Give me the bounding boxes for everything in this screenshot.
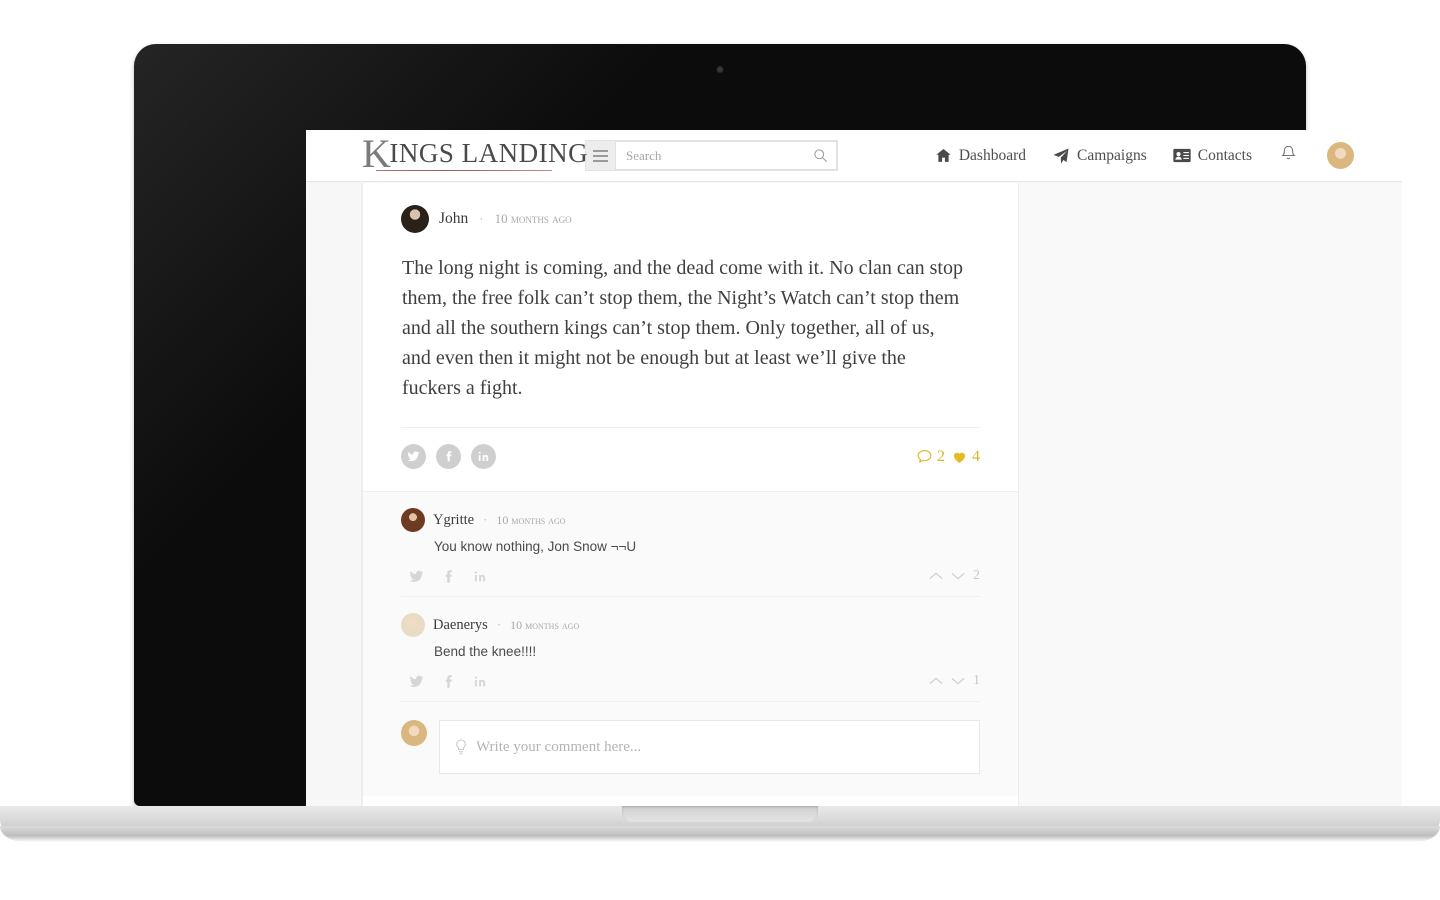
comment-timestamp: 10 months ago xyxy=(496,512,566,527)
twitter-icon[interactable] xyxy=(409,569,424,584)
composer-avatar xyxy=(401,720,427,746)
nav-label-contacts: Contacts xyxy=(1197,146,1252,164)
comment-vote-count: 1 xyxy=(973,673,980,688)
screenshot-stage: KINGS LANDING Search Dashboard Campaigns… xyxy=(0,0,1440,900)
nav-label-campaigns: Campaigns xyxy=(1077,146,1147,164)
webcam-dot xyxy=(716,66,724,73)
post-author-name[interactable]: John xyxy=(439,210,468,228)
lightbulb-icon xyxy=(456,739,466,754)
chevron-down-icon[interactable] xyxy=(951,676,965,686)
content-area: John · 10 months ago The long night is c… xyxy=(306,183,1402,820)
comment-meta-separator: · xyxy=(483,512,488,527)
search-box[interactable] xyxy=(615,141,837,170)
linkedin-icon[interactable] xyxy=(471,444,496,469)
chevron-up-icon[interactable] xyxy=(929,571,943,581)
post-meta-separator: · xyxy=(479,211,484,226)
search-input[interactable] xyxy=(626,147,806,164)
linkedin-icon[interactable] xyxy=(473,674,487,689)
facebook-icon[interactable] xyxy=(444,674,453,689)
facebook-icon[interactable] xyxy=(436,444,461,469)
hamburger-bar xyxy=(593,159,608,162)
comment-author-name[interactable]: Daenerys xyxy=(433,617,488,634)
chevron-down-icon[interactable] xyxy=(951,571,965,581)
post-author-avatar[interactable] xyxy=(401,205,429,233)
laptop-lid: KINGS LANDING Search Dashboard Campaigns… xyxy=(134,44,1402,820)
comment-input[interactable] xyxy=(476,738,965,756)
comment-actions: 2 xyxy=(401,568,980,597)
comment-vote-count: 2 xyxy=(973,568,980,583)
left-gutter xyxy=(306,183,362,820)
brand-underline xyxy=(376,170,552,171)
comment-header: Ygritte · 10 months ago xyxy=(401,508,980,532)
laptop-base-notch xyxy=(622,806,818,822)
nav-label-dashboard: Dashboard xyxy=(958,146,1026,164)
right-gutter xyxy=(1019,183,1402,820)
heart-icon xyxy=(953,452,966,463)
top-navigation-bar: KINGS LANDING Search Dashboard Campaigns… xyxy=(306,130,1402,182)
linkedin-icon[interactable] xyxy=(473,569,487,584)
comment-composer xyxy=(363,702,1018,796)
nav-item-contacts[interactable]: Contacts xyxy=(1173,147,1252,165)
facebook-icon[interactable] xyxy=(444,569,453,584)
post-share-buttons xyxy=(401,444,496,469)
brand-logo[interactable]: KINGS LANDING xyxy=(362,134,588,174)
comment-share-buttons xyxy=(409,569,487,584)
chevron-up-icon[interactable] xyxy=(929,676,943,686)
hamburger-icon[interactable] xyxy=(586,141,615,170)
laptop-screen: KINGS LANDING Search Dashboard Campaigns… xyxy=(306,130,1402,820)
post: John · 10 months ago The long night is c… xyxy=(363,183,1018,491)
nav-item-campaigns[interactable]: Campaigns xyxy=(1052,147,1147,165)
post-actions: 2 4 xyxy=(401,427,980,491)
post-timestamp: 10 months ago xyxy=(494,211,572,226)
brand-initial: K xyxy=(362,131,392,176)
comment-author-name[interactable]: Ygritte xyxy=(433,512,474,529)
search-icon xyxy=(814,149,828,163)
comment-item: Ygritte · 10 months ago You know nothing… xyxy=(363,492,1018,597)
contact-card-icon xyxy=(1173,148,1191,163)
like-count: 4 xyxy=(972,447,980,465)
comment-author-avatar[interactable] xyxy=(401,508,425,532)
like-count-group[interactable]: 4 xyxy=(951,448,980,466)
main-nav: Dashboard Campaigns Contacts xyxy=(935,142,1354,169)
nav-item-dashboard[interactable]: Dashboard xyxy=(935,147,1026,165)
post-header: John · 10 months ago xyxy=(401,205,980,233)
comment-meta-separator: · xyxy=(496,617,502,632)
comment-actions: 1 xyxy=(401,673,980,702)
app-window: KINGS LANDING Search Dashboard Campaigns… xyxy=(306,130,1402,820)
hamburger-bar xyxy=(593,154,608,157)
avatar[interactable] xyxy=(1327,142,1354,169)
post-body-text: The long night is coming, and the dead c… xyxy=(402,257,963,399)
comment-item: Daenerys · 10 months ago Bend the knee!!… xyxy=(363,597,1018,702)
post-card: John · 10 months ago The long night is c… xyxy=(362,183,1019,820)
post-engagement: 2 4 xyxy=(916,448,980,466)
search-area xyxy=(586,141,837,170)
comment-header: Daenerys · 10 months ago xyxy=(401,613,980,637)
brand-wordmark: KINGS LANDING xyxy=(362,134,588,174)
comment-text: You know nothing, Jon Snow ¬¬U xyxy=(434,539,637,554)
comment-input-box[interactable] xyxy=(439,720,980,774)
speech-bubble-icon xyxy=(917,449,932,464)
comment-votes: 2 xyxy=(929,568,980,584)
hamburger-bar xyxy=(593,149,608,152)
twitter-icon[interactable] xyxy=(401,444,426,469)
bell-icon[interactable] xyxy=(1280,144,1297,168)
comment-votes: 1 xyxy=(929,673,980,689)
comment-count-group[interactable]: 2 xyxy=(916,448,945,466)
home-icon xyxy=(936,148,951,162)
comment-timestamp: 10 months ago xyxy=(510,617,580,632)
comment-share-buttons xyxy=(409,674,487,689)
comments-section: Ygritte · 10 months ago You know nothing… xyxy=(363,491,1018,796)
comment-author-avatar[interactable] xyxy=(401,613,425,637)
paper-plane-icon xyxy=(1053,148,1069,163)
comment-text: Bend the knee!!!! xyxy=(434,644,537,659)
brand-name: INGS LANDING xyxy=(389,138,589,168)
comment-count: 2 xyxy=(937,447,945,465)
twitter-icon[interactable] xyxy=(409,674,424,689)
laptop-base-lip xyxy=(0,826,1440,842)
